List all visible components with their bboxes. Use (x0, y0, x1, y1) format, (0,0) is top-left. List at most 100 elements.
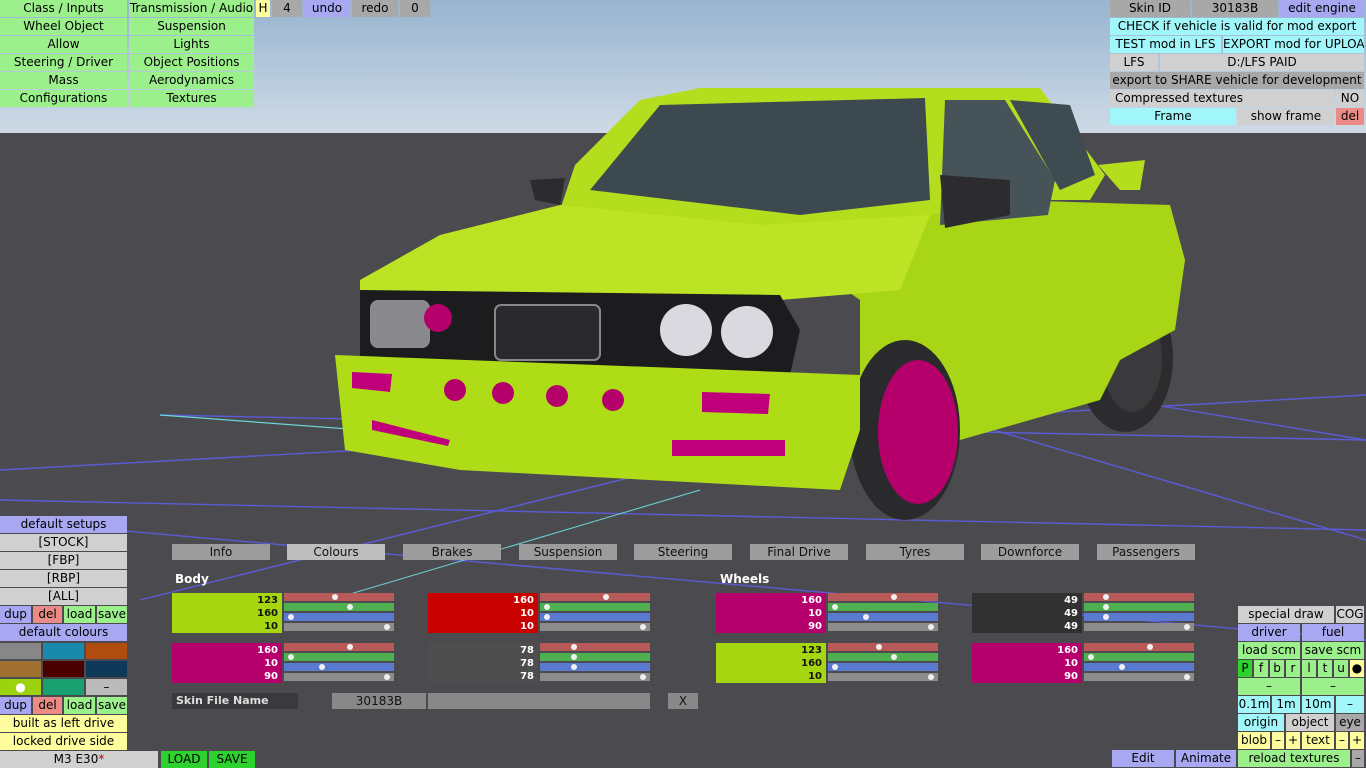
colour-slider-green[interactable] (828, 653, 938, 661)
tab-final-drive[interactable]: Final Drive (750, 544, 848, 560)
colour-slider-green[interactable] (540, 653, 650, 661)
text-plus-button[interactable]: + (1350, 732, 1364, 749)
menu-transmission-audio[interactable]: Transmission / Audio (129, 0, 254, 17)
slider-knob[interactable] (384, 674, 390, 680)
tab-info[interactable]: Info (172, 544, 270, 560)
colour-swatch[interactable]: 78 78 78 (428, 643, 538, 683)
origin-button[interactable]: origin (1238, 714, 1284, 731)
setup-del-button[interactable]: del (33, 606, 62, 623)
slider-knob[interactable] (1103, 594, 1109, 600)
palette-swatch-5[interactable] (43, 661, 84, 677)
colour-slider-blue[interactable] (540, 613, 650, 621)
step-0-1m-button[interactable]: 0.1m (1238, 696, 1270, 713)
slider-knob[interactable] (1147, 644, 1153, 650)
palette-swatch-2[interactable] (43, 643, 84, 659)
reload-textures-button[interactable]: reload textures (1238, 750, 1350, 767)
locked-drive-side-toggle[interactable]: locked drive side (0, 733, 127, 750)
reload-minus-button[interactable]: – (1352, 750, 1364, 767)
check-valid-button[interactable]: CHECK if vehicle is valid for mod export (1110, 18, 1364, 35)
edit-mode-button[interactable]: Edit (1112, 750, 1174, 767)
setup-rbp[interactable]: [RBP] (0, 570, 127, 587)
slider-knob[interactable] (347, 604, 353, 610)
slider-knob[interactable] (544, 614, 550, 620)
slider-knob[interactable] (1184, 624, 1190, 630)
slider-knob[interactable] (891, 654, 897, 660)
text-button[interactable]: text (1302, 732, 1334, 749)
colour-slider-blue[interactable] (828, 613, 938, 621)
setup-fbp[interactable]: [FBP] (0, 552, 127, 569)
colour-slider-red[interactable] (540, 593, 650, 601)
colour-slider-blue[interactable] (540, 663, 650, 671)
flag-t[interactable]: t (1318, 660, 1332, 677)
colours-del-button[interactable]: del (33, 697, 62, 714)
object-button[interactable]: object (1286, 714, 1334, 731)
menu-lights[interactable]: Lights (129, 36, 254, 53)
colour-swatch[interactable]: 160 10 10 (428, 593, 538, 633)
colour-slider-blue[interactable] (1084, 613, 1194, 621)
colour-slider-red[interactable] (284, 643, 394, 651)
slider-knob[interactable] (863, 614, 869, 620)
car-name[interactable]: M3 E30* (0, 751, 158, 768)
colours-save-button[interactable]: save (97, 697, 127, 714)
step-10m-button[interactable]: 10m (1302, 696, 1334, 713)
driver-button[interactable]: driver (1238, 624, 1300, 641)
blob-minus-button[interactable]: – (1272, 732, 1284, 749)
colour-slider-blue[interactable] (284, 663, 394, 671)
export-mod-button[interactable]: EXPORT mod for UPLOAD (1223, 36, 1364, 53)
slider-knob[interactable] (891, 594, 897, 600)
colour-swatch[interactable]: 49 49 49 (972, 593, 1082, 633)
colour-slider-red[interactable] (1084, 593, 1194, 601)
minus-right-button[interactable]: – (1302, 678, 1364, 695)
flag-p[interactable]: P (1238, 660, 1252, 677)
undo-button[interactable]: undo (304, 0, 350, 17)
colour-slider-red[interactable] (540, 643, 650, 651)
flag-b[interactable]: b (1270, 660, 1284, 677)
car-load-button[interactable]: LOAD (161, 751, 207, 768)
colour-slider-red[interactable] (284, 593, 394, 601)
colour-swatch[interactable]: 160 10 90 (716, 593, 826, 633)
colour-slider-blue[interactable] (284, 613, 394, 621)
menu-wheel-object[interactable]: Wheel Object (0, 18, 127, 35)
slider-knob[interactable] (603, 594, 609, 600)
menu-aerodynamics[interactable]: Aerodynamics (129, 72, 254, 89)
colour-slider-alpha[interactable] (828, 623, 938, 631)
step-minus-button[interactable]: – (1336, 696, 1364, 713)
redo-button[interactable]: redo (352, 0, 398, 17)
colour-slider-blue[interactable] (828, 663, 938, 671)
colour-slider-green[interactable] (1084, 603, 1194, 611)
palette-swatch-4[interactable] (0, 661, 41, 677)
blob-button[interactable]: blob (1238, 732, 1270, 749)
palette-swatch-3[interactable] (86, 643, 127, 659)
slider-knob[interactable] (1119, 664, 1125, 670)
tab-brakes[interactable]: Brakes (403, 544, 501, 560)
slider-knob[interactable] (1184, 674, 1190, 680)
colour-slider-alpha[interactable] (540, 673, 650, 681)
load-scm-button[interactable]: load scm (1238, 642, 1300, 659)
text-minus-button[interactable]: – (1336, 732, 1348, 749)
palette-swatch-9[interactable]: – (86, 679, 127, 695)
skin-file-name-value[interactable]: 30183B (332, 693, 426, 709)
edit-engine-button[interactable]: edit engine (1280, 0, 1364, 17)
slider-knob[interactable] (832, 664, 838, 670)
flag-dot[interactable]: ● (1350, 660, 1364, 677)
skin-id-value[interactable]: 30183B (1192, 0, 1278, 17)
slider-knob[interactable] (1103, 604, 1109, 610)
colour-slider-alpha[interactable] (284, 673, 394, 681)
menu-allow[interactable]: Allow (0, 36, 127, 53)
palette-swatch-6[interactable] (86, 661, 127, 677)
lfs-path[interactable]: D:/LFS PAID (1160, 54, 1364, 71)
slider-knob[interactable] (640, 674, 646, 680)
colour-slider-red[interactable] (828, 593, 938, 601)
left-drive-toggle[interactable]: built as left drive (0, 715, 127, 732)
special-draw-button[interactable]: special draw (1238, 606, 1334, 623)
colour-slider-alpha[interactable] (1084, 673, 1194, 681)
slider-knob[interactable] (832, 604, 838, 610)
palette-swatch-7[interactable]: ● (0, 679, 41, 695)
menu-steering-driver[interactable]: Steering / Driver (0, 54, 127, 71)
tab-passengers[interactable]: Passengers (1097, 544, 1195, 560)
fuel-button[interactable]: fuel (1302, 624, 1364, 641)
animate-mode-button[interactable]: Animate (1176, 750, 1236, 767)
tab-colours[interactable]: Colours (287, 544, 385, 560)
setup-all[interactable]: [ALL] (0, 588, 127, 605)
colours-dup-button[interactable]: dup (0, 697, 31, 714)
